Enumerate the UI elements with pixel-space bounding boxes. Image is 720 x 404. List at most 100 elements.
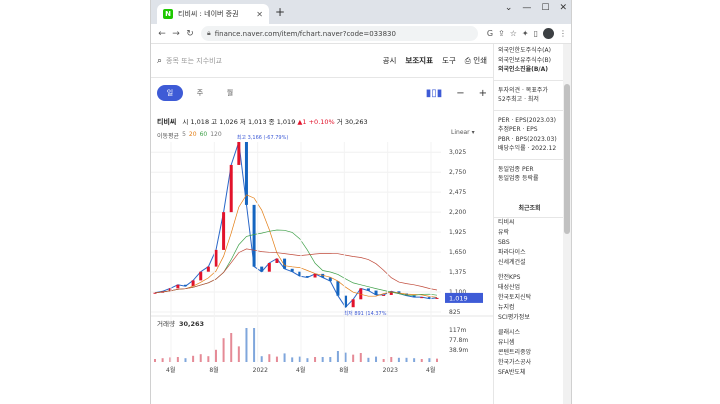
- avatar[interactable]: [543, 28, 554, 39]
- candle: [374, 290, 378, 295]
- volume-bar: [291, 357, 294, 362]
- recent-item[interactable]: 유니셈: [494, 338, 565, 348]
- volume-bar: [184, 358, 187, 362]
- recent-item[interactable]: 한국토지신탁: [494, 293, 565, 303]
- candle: [290, 268, 294, 272]
- foreign-holding: 외국인보유주식수(B): [498, 56, 551, 64]
- y-tick-label: 2,200: [449, 209, 466, 216]
- right-sidebar: 외국인한도주식수(A) 외국인보유주식수(B) 외국인소진율(B/A) 투자의견…: [493, 44, 565, 404]
- volume-bar: [199, 354, 202, 362]
- volume-bar: [390, 357, 393, 362]
- candle: [382, 294, 386, 296]
- volume-bar: [314, 357, 317, 362]
- volume-bar: [283, 353, 286, 362]
- recent-item[interactable]: 유락: [494, 228, 565, 238]
- browser-tab[interactable]: N 티비씨 : 네이버 증권 ✕: [157, 4, 269, 24]
- volume-bar: [214, 349, 217, 362]
- forward-icon[interactable]: →: [169, 29, 183, 39]
- candle: [176, 284, 180, 289]
- x-tick-label: 8월: [339, 366, 348, 374]
- y-tick-label: 2,475: [449, 189, 466, 196]
- candle: [427, 297, 431, 299]
- x-tick-label: 4월: [166, 366, 175, 374]
- chevron-down-icon[interactable]: ⌄: [505, 3, 513, 13]
- recent-item[interactable]: SCI평가정보: [494, 313, 565, 323]
- per-block: PER · EPS(2023.03) 추정PER · EPS PBR · BPS…: [494, 114, 565, 156]
- opinion-block: 투자의견 · 목표주가 52주최고 · 최저: [494, 84, 565, 107]
- candle: [214, 249, 218, 267]
- maximize-icon[interactable]: ☐: [541, 3, 549, 13]
- recent-item[interactable]: 뉴지컴: [494, 303, 565, 313]
- volume-bar: [192, 355, 195, 362]
- reload-icon[interactable]: ↻: [183, 29, 197, 39]
- price-line: [154, 141, 438, 308]
- recent-item[interactable]: SFA반도체: [494, 368, 565, 378]
- volume-tick-label: 117m: [449, 327, 466, 334]
- recent-item[interactable]: 태성산업: [494, 283, 565, 293]
- close-icon[interactable]: ✕: [256, 10, 263, 19]
- tab-strip: N 티비씨 : 네이버 증권 ✕ + ⌄ — ☐ ✕: [151, 0, 571, 24]
- scrollbar[interactable]: [563, 44, 571, 404]
- y-tick-label: 3,025: [449, 149, 466, 156]
- google-icon[interactable]: G: [487, 29, 493, 38]
- recent-item[interactable]: 한전KPS: [494, 273, 565, 283]
- y-tick-label: 1,375: [449, 269, 466, 276]
- new-tab-icon[interactable]: +: [275, 5, 285, 19]
- share-icon[interactable]: ⇪: [498, 29, 505, 38]
- volume-bar: [268, 354, 271, 362]
- volume-bar: [420, 359, 423, 362]
- industry-per: 동일업종 PER: [498, 165, 534, 173]
- price-chart[interactable]: 3,0252,7502,4752,2001,9251,6501,3751,100…: [151, 44, 493, 404]
- candle: [351, 299, 355, 308]
- volume-bar: [176, 357, 179, 362]
- menu-icon[interactable]: ⋮: [559, 29, 567, 38]
- volume-bar: [154, 359, 156, 362]
- x-tick-label: 4월: [426, 366, 435, 374]
- recent-list: 티비씨 유락 SBS 파라다이스 신세계건설 한전KPS 태성산업 한국토지신탁 뉴지컴 SCI…: [494, 218, 565, 378]
- candle: [222, 212, 226, 250]
- candle: [420, 297, 424, 299]
- volume-bar: [222, 338, 225, 362]
- current-price-label: 1,019: [449, 294, 468, 302]
- volume-bar: [230, 333, 233, 362]
- window-controls: ⌄ — ☐ ✕: [505, 3, 567, 13]
- volume-bar: [321, 357, 324, 362]
- y-tick-label: 825: [449, 309, 461, 316]
- star-icon[interactable]: ☆: [510, 29, 517, 38]
- lock-icon: 🔒︎: [207, 29, 211, 37]
- minimize-icon[interactable]: —: [522, 3, 531, 13]
- candle: [237, 142, 241, 165]
- url-field[interactable]: 🔒︎ finance.naver.com/item/fchart.naver?c…: [201, 26, 478, 41]
- candle: [267, 262, 271, 272]
- recent-item[interactable]: 티비씨: [494, 218, 565, 228]
- volume-bar: [405, 357, 408, 362]
- back-icon[interactable]: ←: [155, 29, 169, 39]
- recent-item[interactable]: SBS: [494, 238, 565, 248]
- sidepanel-icon[interactable]: ▯: [534, 29, 538, 38]
- volume-bar: [306, 358, 309, 362]
- close-window-icon[interactable]: ✕: [559, 3, 567, 13]
- scrollbar-thumb[interactable]: [564, 84, 570, 234]
- naver-favicon-icon: N: [163, 9, 173, 19]
- candle: [199, 271, 203, 281]
- browser-window: N 티비씨 : 네이버 증권 ✕ + ⌄ — ☐ ✕ ← → ↻ 🔒︎ fina…: [150, 0, 572, 404]
- candle: [305, 276, 309, 278]
- volume-bar: [161, 358, 164, 362]
- recent-item[interactable]: 파라다이스: [494, 248, 565, 258]
- ma-line: [154, 248, 438, 294]
- extensions-icon[interactable]: ✦: [522, 29, 529, 38]
- recent-item[interactable]: 한국가스공사: [494, 358, 565, 368]
- pbr-row: PBR · BPS(2023.03): [498, 135, 557, 143]
- per-row: PER · EPS(2023.03): [498, 116, 557, 124]
- recent-item[interactable]: 신세계건설: [494, 258, 565, 268]
- candle: [313, 273, 317, 278]
- candle: [412, 295, 416, 298]
- x-tick-label: 2023: [383, 367, 398, 374]
- volume-bar: [344, 352, 347, 362]
- x-tick-label: 8월: [209, 366, 218, 374]
- page-content: ⌕ 종목 또는 지수비교 공시 보조지표 도구 ⎙ 인쇄 일 주 월 ▮▯▮ −…: [151, 44, 571, 404]
- recent-item[interactable]: 클래시스: [494, 328, 565, 338]
- recent-item[interactable]: 콘텐트리중앙: [494, 348, 565, 358]
- opinion-row: 투자의견 · 목표주가: [498, 86, 548, 94]
- dividend-row: 배당수익률 · 2022.12: [498, 145, 557, 152]
